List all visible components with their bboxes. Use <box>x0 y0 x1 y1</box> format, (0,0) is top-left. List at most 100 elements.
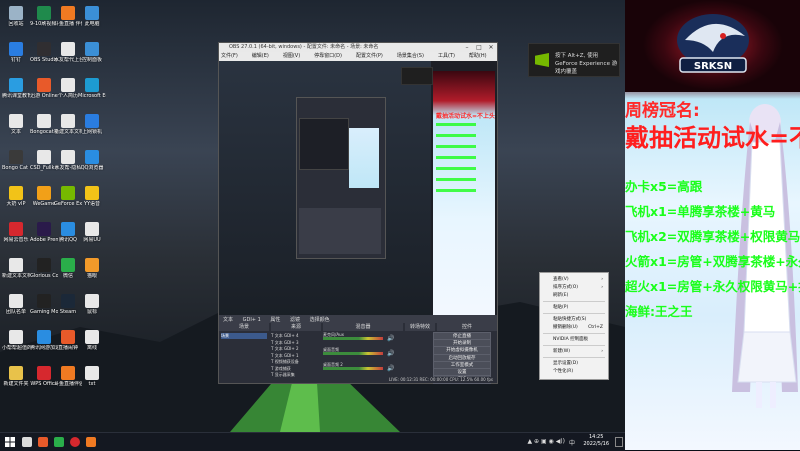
speaker-icon[interactable]: 🔊 <box>387 365 394 372</box>
desktop-icon[interactable]: 此电脑 <box>78 6 106 27</box>
context-menu-item[interactable]: 个性化(R) <box>540 368 608 375</box>
overlay-reward-line: 飞机x2=双腾享茶楼+权限黄马 <box>625 229 800 244</box>
app-icon <box>85 42 99 56</box>
desktop-icon[interactable]: 网易云音乐 <box>2 222 30 243</box>
mixer-dock-header: 混音器 <box>323 323 403 331</box>
obs-preview[interactable]: 戴抽活动试水=不上头 <box>219 61 497 319</box>
menu-file[interactable]: 文件(F) <box>221 52 238 61</box>
desktop-icon[interactable]: txt <box>78 366 106 387</box>
context-menu-item[interactable]: 刷新(E) <box>540 292 608 299</box>
desktop-icon[interactable]: 猫眼 <box>78 258 106 279</box>
scene-item[interactable]: 场景 <box>221 333 267 339</box>
desktop-icon-label: 钉钉 <box>10 57 21 63</box>
context-menu-item[interactable]: 显示设置(D) <box>540 360 608 367</box>
douyu-icon[interactable] <box>86 437 96 447</box>
windows-start-icon[interactable] <box>5 437 15 447</box>
desktop-icon[interactable]: QQ浏览器 <box>78 150 106 171</box>
desktop-icon[interactable]: 小帮帮超值的 采码包 <box>2 330 30 351</box>
chevron-right-icon: › <box>601 349 603 354</box>
menu-view[interactable]: 视图(V) <box>283 52 300 61</box>
maximize-icon[interactable]: □ <box>473 43 485 52</box>
nested-obs-capture <box>296 97 386 259</box>
menu-profile[interactable]: 配置文件(P) <box>356 52 383 61</box>
desktop-icon[interactable]: 新建文件夹 <box>2 366 30 387</box>
wechat-icon[interactable] <box>54 437 64 447</box>
file-explorer-icon[interactable] <box>22 437 32 447</box>
obs-titlebar[interactable]: OBS 27.0.1 (64-bit, windows) - 配置文件: 未命名… <box>219 43 497 52</box>
system-tray[interactable]: ▲ ⊕ ▣ ◉ ◀)) <box>528 438 565 445</box>
close-icon[interactable]: ✕ <box>485 43 497 52</box>
geforce-notification[interactable]: 按下 Alt+Z, 使用 GeForce Experience 游戏内覆盖 <box>528 43 620 77</box>
menu-help[interactable]: 帮助(H) <box>469 52 487 61</box>
desktop-icon-label: 大奶 vIP <box>6 201 26 207</box>
app-icon <box>9 258 23 272</box>
mixer-channel[interactable]: 桌面音频 🔊 <box>323 348 403 358</box>
app-icon <box>61 6 75 20</box>
menu-tools[interactable]: 工具(T) <box>438 52 455 61</box>
speaker-icon[interactable]: 🔊 <box>387 335 394 342</box>
overlay-reward-line: 火箭x1=房管+双腾享茶楼+永久权限黄马 <box>625 254 800 269</box>
menu-separator <box>543 357 605 358</box>
context-menu-item-label: 显示设置(D) <box>553 361 578 366</box>
desktop-icon[interactable]: 文本 <box>2 114 30 135</box>
context-menu-item[interactable]: 查看(V) › <box>540 276 608 283</box>
desktop-icon[interactable]: Microsoft Edge <box>78 78 106 99</box>
desktop-icon-label: QQ浏览器 <box>80 165 104 171</box>
app-icon <box>37 186 51 200</box>
svg-text:SRKSN: SRKSN <box>694 61 732 72</box>
app-icon <box>61 366 75 380</box>
desktop-icon[interactable]: 大奶 vIP <box>2 186 30 207</box>
context-menu-item[interactable]: 粘贴(P) <box>540 304 608 311</box>
context-menu-item-label: 排序方式(O) <box>553 285 579 290</box>
app-icon <box>85 366 99 380</box>
source-item[interactable]: T 文本 GDI+ 4 <box>271 333 311 339</box>
app-icon <box>61 330 75 344</box>
mixer-channel[interactable]: 桌面音频 2 🔊 <box>323 363 403 373</box>
desktop-icon[interactable]: Bongo Cat Mver <box>2 150 30 171</box>
menu-docks[interactable]: 停靠窗口(D) <box>314 52 342 61</box>
desktop-context-menu[interactable]: 查看(V) › 排序方式(O) › 刷新(E) 粘贴(P) 粘贴快捷方式(S) 撤销删除(U)… <box>539 272 609 380</box>
app-icon <box>85 294 99 308</box>
context-menu-item[interactable]: 撤销删除(U) Ctrl+Z <box>540 324 608 331</box>
app-icon <box>85 258 99 272</box>
desktop-icon[interactable]: 离线 <box>78 330 106 351</box>
taskbar-clock[interactable]: 14:25 2022/5/16 <box>583 434 609 448</box>
desktop[interactable]: 回收站9-10刷视频 (建)-V9.xlsx斗鱼直播 伴侣此电脑钉钉OBS St… <box>0 0 625 432</box>
source-item[interactable]: T 游戏捕获 <box>271 366 311 372</box>
source-item[interactable]: T 视频捕获设备 <box>271 359 311 365</box>
desktop-icon[interactable]: 钉钉 <box>2 42 30 63</box>
desktop-icon[interactable]: YY语音 <box>78 186 106 207</box>
source-item[interactable]: T 文本 GDI+ 1 <box>271 353 311 359</box>
app-icon <box>9 114 23 128</box>
app-icon <box>85 6 99 20</box>
nested-notification <box>401 67 433 85</box>
obs-window[interactable]: OBS 27.0.1 (64-bit, windows) - 配置文件: 未命名… <box>218 42 498 385</box>
context-menu-item[interactable]: 排序方式(O) › <box>540 284 608 291</box>
desktop-icon[interactable]: 新建文本文档 (2) <box>2 258 30 279</box>
source-item[interactable]: T 文本 GDI+ 2 <box>271 346 311 352</box>
speaker-icon[interactable]: 🔊 <box>387 350 394 357</box>
context-menu-item[interactable]: 新建(W) › <box>540 348 608 355</box>
netease-music-icon[interactable] <box>70 437 80 447</box>
desktop-icon[interactable]: 网易UU <box>78 222 106 243</box>
context-menu-item-label: 粘贴快捷方式(S) <box>553 317 587 322</box>
desktop-icon[interactable]: 鼠标 <box>78 294 106 315</box>
context-menu-item[interactable]: NVIDIA 控制面板 <box>540 336 608 343</box>
obs-title: OBS 27.0.1 (64-bit, windows) - 配置文件: 未命名… <box>229 44 379 50</box>
desktop-icon[interactable]: 控制面板 <box>78 42 106 63</box>
desktop-icon[interactable]: 上网锁机 <box>78 114 106 135</box>
context-menu-item[interactable]: 粘贴快捷方式(S) <box>540 316 608 323</box>
ime-indicator[interactable]: 中 <box>569 438 575 447</box>
minimize-icon[interactable]: – <box>461 43 473 52</box>
menu-edit[interactable]: 编辑(E) <box>252 52 269 61</box>
taskbar-app-icon[interactable] <box>38 437 48 447</box>
desktop-icon[interactable]: 团队名单 <box>2 294 30 315</box>
menu-scene-collection[interactable]: 场景集合(S) <box>397 52 424 61</box>
desktop-icon[interactable]: 回收站 <box>2 6 30 27</box>
source-item[interactable]: T 文本 GDI+ 3 <box>271 340 311 346</box>
notification-center-icon[interactable] <box>615 437 623 447</box>
menu-separator <box>543 333 605 334</box>
mixer-channel[interactable]: 麦克风/Aux 🔊 <box>323 333 403 343</box>
transitions-dock-header: 转场特效 <box>405 323 435 331</box>
desktop-icon[interactable]: 腾讯课堂教育PC版 <box>2 78 30 99</box>
